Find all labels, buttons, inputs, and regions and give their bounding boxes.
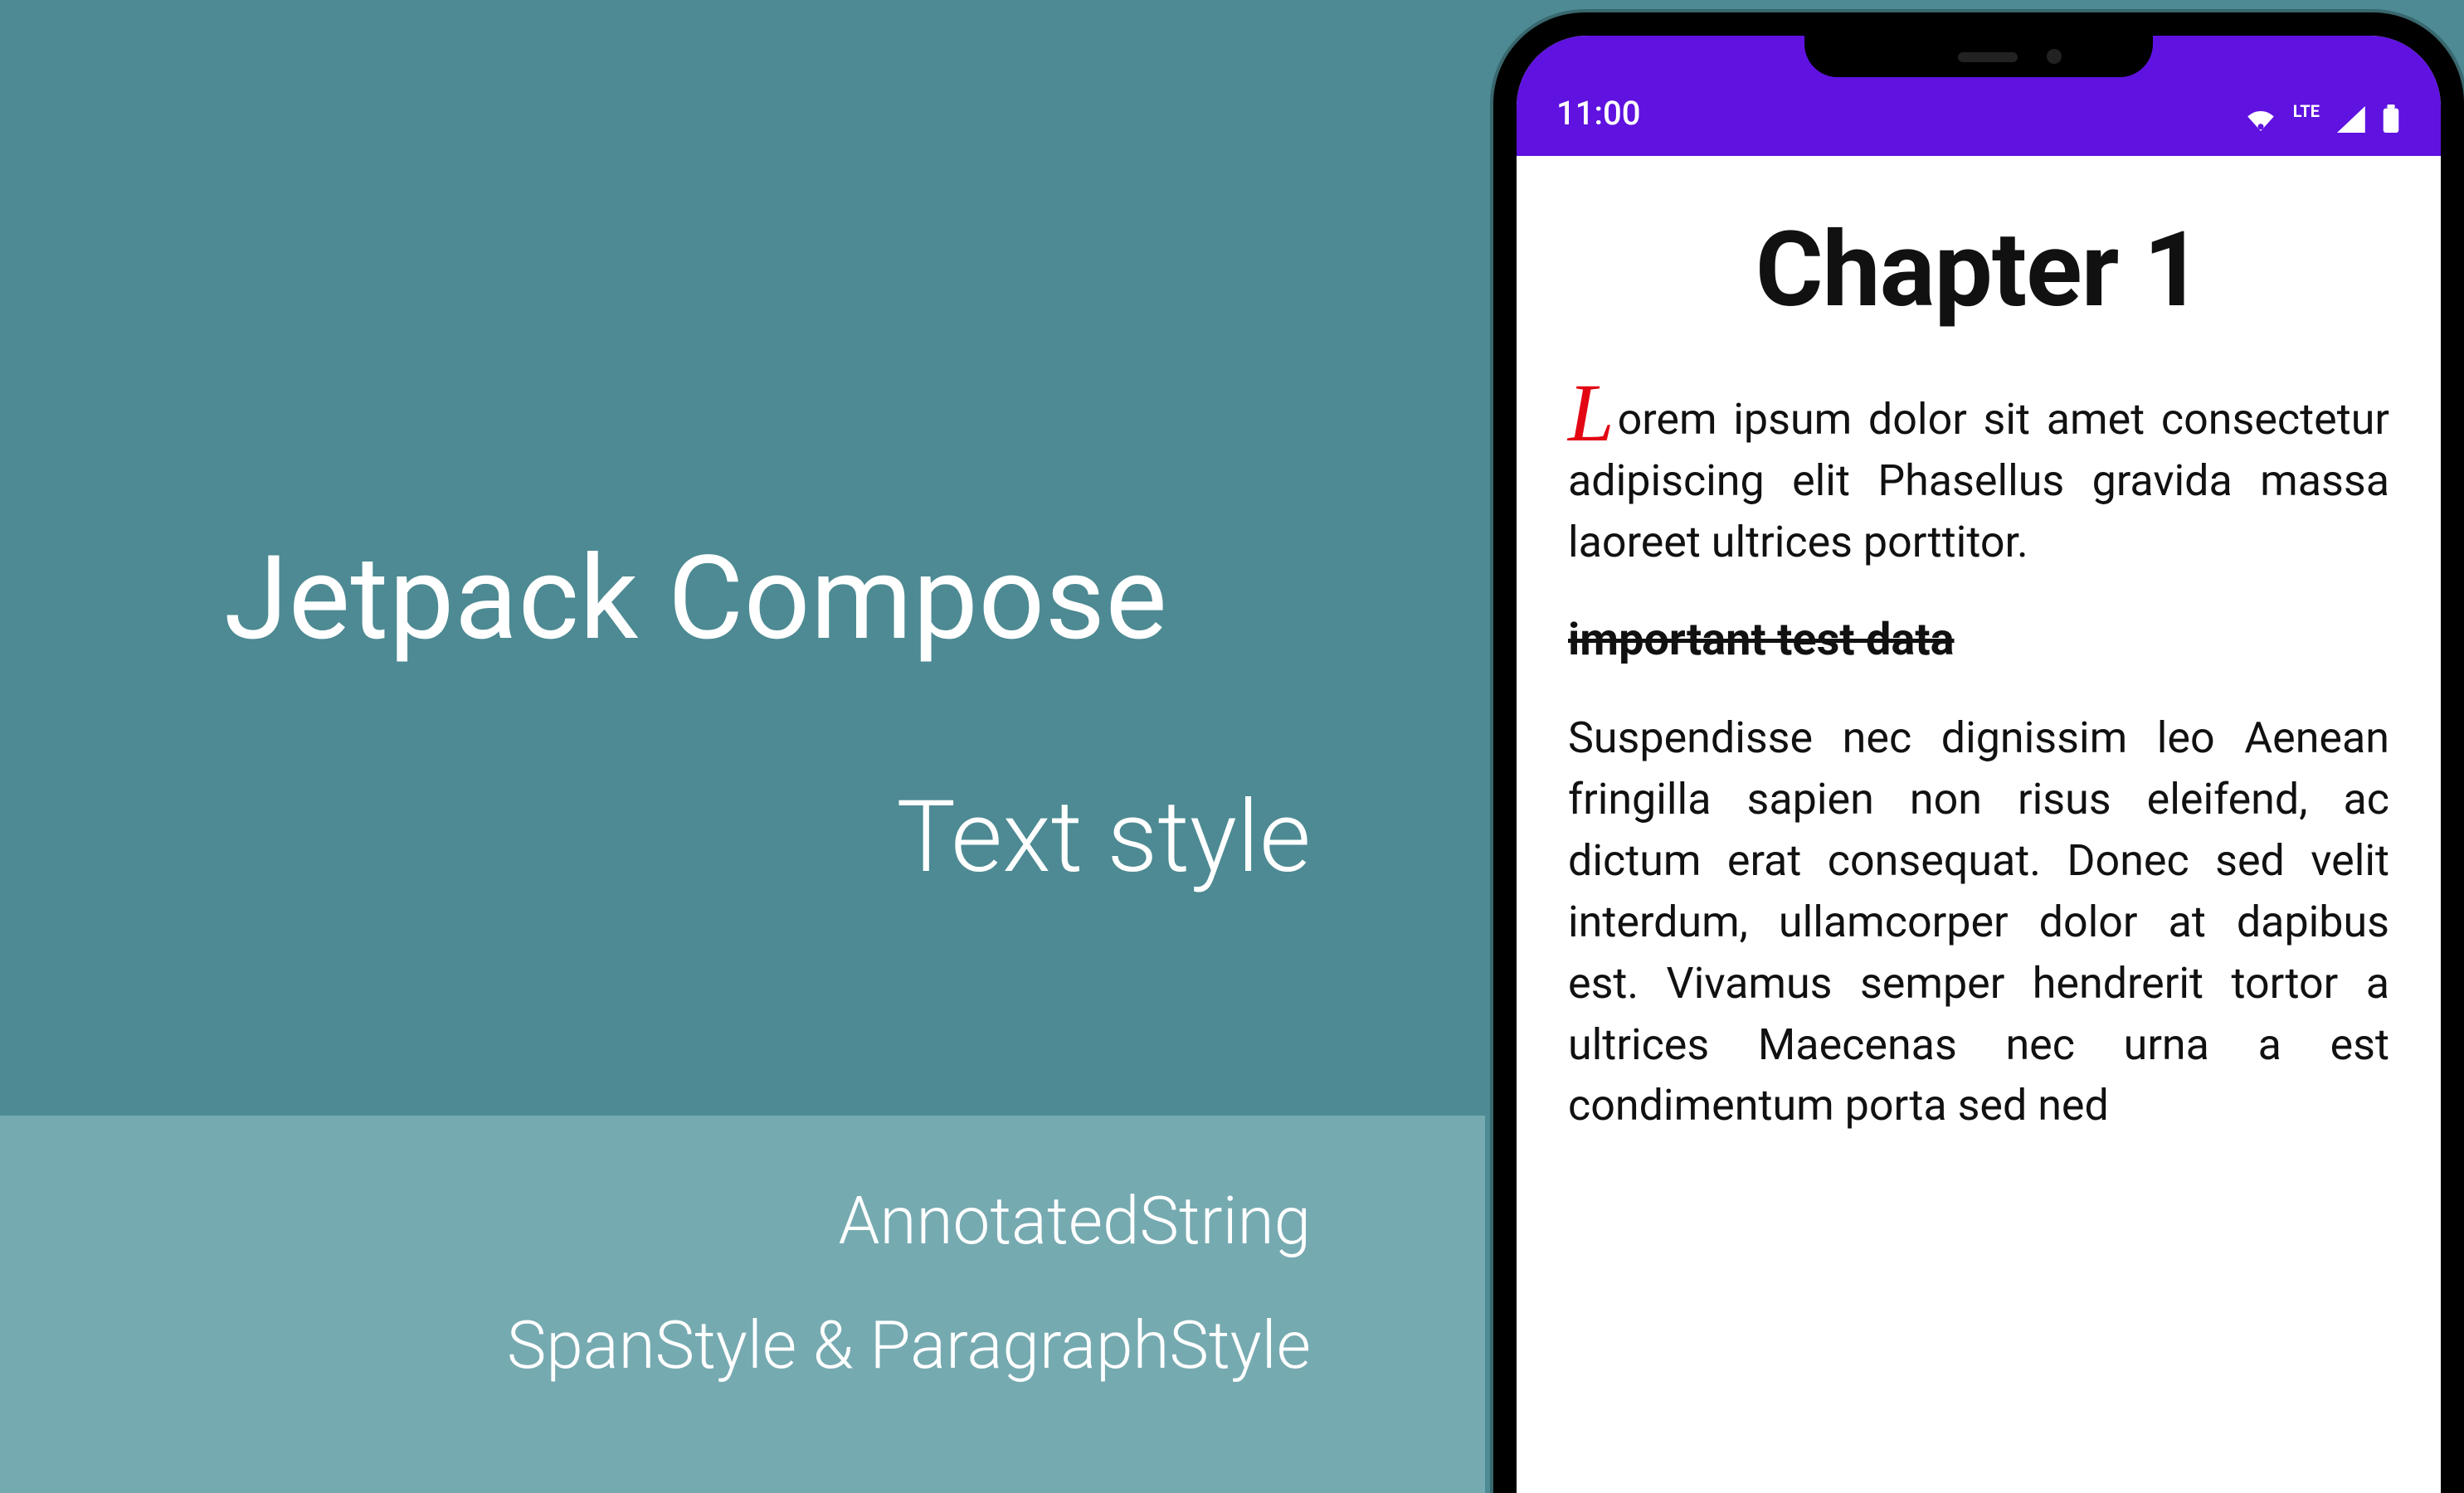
phone-screen: 11:00 LTE Chapter 1 Lorem ipsum dolor si…	[1517, 36, 2441, 1493]
phone-notch	[1804, 36, 2153, 77]
phone-frame: 11:00 LTE Chapter 1 Lorem ipsum dolor si…	[1493, 12, 2464, 1493]
network-label-icon: LTE	[2293, 101, 2320, 121]
strikethrough-text: important test data	[1568, 614, 1955, 666]
battery-icon	[2381, 105, 2401, 133]
signal-icon	[2335, 106, 2366, 133]
chapter-title: Chapter 1	[1568, 209, 2389, 331]
slide-upper-panel: Jetpack Compose Text style	[0, 0, 1485, 1116]
slide-lower-panel: AnnotatedString SpanStyle & ParagraphSty…	[0, 1116, 1485, 1493]
status-icons: LTE	[2243, 105, 2401, 133]
paragraph-1-text: orem ipsum dolor sit amet consectetur ad…	[1568, 394, 2389, 567]
slide-subtitle: Text style	[896, 780, 1311, 896]
wifi-icon	[2243, 106, 2278, 133]
slide-subheading-1: AnnotatedString	[839, 1182, 1312, 1260]
slide-subheading-2: SpanStyle & ParagraphStyle	[507, 1306, 1311, 1384]
app-content[interactable]: Chapter 1 Lorem ipsum dolor sit amet con…	[1517, 156, 2441, 1136]
paragraph-2: Suspendisse nec dignissim leo Aenean fri…	[1568, 708, 2389, 1136]
status-time: 11:00	[1556, 94, 1640, 133]
slide-title: Jetpack Compose	[224, 531, 1167, 667]
drop-cap-letter: L	[1568, 367, 1618, 459]
paragraph-1: Lorem ipsum dolor sit amet consectetur a…	[1568, 389, 2389, 572]
